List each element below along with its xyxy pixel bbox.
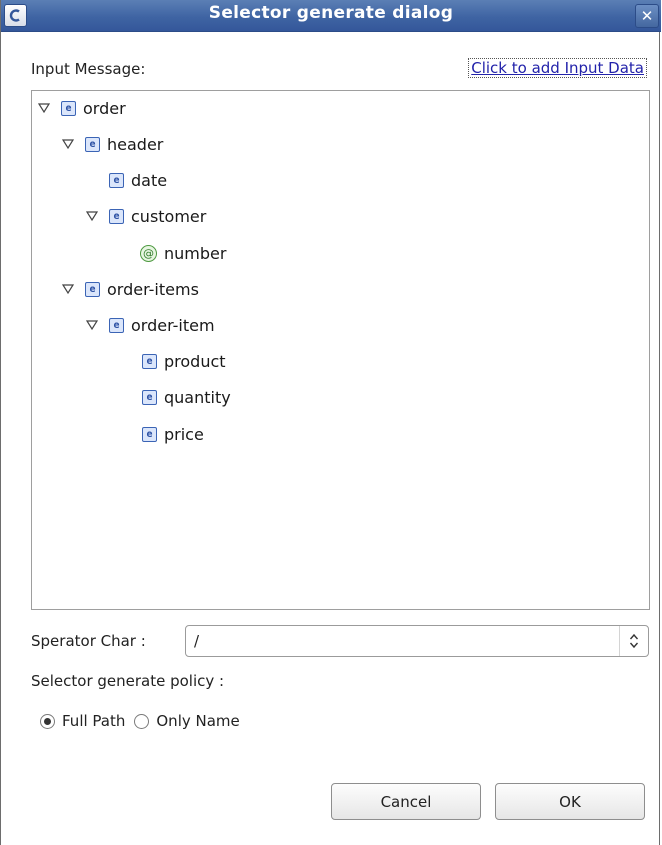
tree-item-label: date bbox=[131, 170, 168, 190]
radio-button-checked[interactable] bbox=[40, 713, 55, 729]
cancel-button[interactable]: Cancel bbox=[331, 783, 481, 820]
tree-item-label: order bbox=[83, 98, 126, 118]
policy-label: Selector generate policy : bbox=[31, 672, 225, 690]
tree-item[interactable]: e order bbox=[38, 96, 126, 120]
tree-item-label: price bbox=[164, 424, 204, 444]
element-icon: e bbox=[109, 172, 124, 188]
separator-combo[interactable]: / bbox=[185, 625, 649, 657]
updown-arrows-icon[interactable] bbox=[619, 626, 648, 656]
separator-label: Sperator Char : bbox=[31, 632, 146, 650]
attribute-icon: @ bbox=[140, 244, 157, 262]
close-icon[interactable]: ✕ bbox=[635, 4, 659, 28]
ok-button[interactable]: OK bbox=[495, 783, 645, 820]
element-icon: e bbox=[142, 426, 157, 442]
expanded-triangle-icon[interactable] bbox=[62, 138, 74, 150]
element-icon: e bbox=[109, 208, 124, 224]
message-tree[interactable]: e order e header e date e customer @ num… bbox=[31, 90, 650, 610]
radio-label: Only Name bbox=[156, 712, 240, 730]
tree-item-label: order-item bbox=[131, 315, 215, 335]
expanded-triangle-icon[interactable] bbox=[86, 210, 98, 222]
tree-item-label: product bbox=[164, 351, 226, 371]
tree-item[interactable]: e order-items bbox=[62, 277, 199, 301]
tree-item[interactable]: @ number bbox=[140, 241, 226, 265]
tree-item-label: header bbox=[107, 134, 164, 154]
tree-item[interactable]: e price bbox=[142, 422, 204, 446]
title-bar[interactable]: Selector generate dialog ✕ bbox=[1, 0, 661, 32]
dialog-title: Selector generate dialog bbox=[208, 3, 454, 23]
element-icon: e bbox=[142, 389, 157, 405]
tree-item-label: quantity bbox=[164, 387, 231, 407]
tree-item[interactable]: e product bbox=[142, 349, 226, 373]
tree-item-label: customer bbox=[131, 206, 207, 226]
expanded-triangle-icon[interactable] bbox=[62, 283, 74, 295]
element-icon: e bbox=[109, 317, 124, 333]
input-message-label: Input Message: bbox=[31, 60, 146, 78]
tree-item[interactable]: e date bbox=[109, 168, 167, 192]
add-input-data-link[interactable]: Click to add Input Data bbox=[468, 58, 647, 78]
element-icon: e bbox=[61, 100, 76, 116]
radio-label: Full Path bbox=[62, 712, 126, 730]
expanded-triangle-icon[interactable] bbox=[38, 102, 50, 114]
tree-item-label: order-items bbox=[107, 279, 199, 299]
tree-item[interactable]: e header bbox=[62, 132, 163, 156]
element-icon: e bbox=[142, 353, 157, 369]
radio-only-name[interactable]: Only Name bbox=[134, 712, 240, 730]
separator-value: / bbox=[194, 632, 200, 650]
tree-item[interactable]: e customer bbox=[86, 204, 206, 228]
tree-item-label: number bbox=[164, 243, 227, 263]
radio-button[interactable] bbox=[134, 713, 150, 729]
element-icon: e bbox=[85, 281, 100, 297]
policy-radio-group: Full Path Only Name bbox=[40, 712, 249, 730]
expanded-triangle-icon[interactable] bbox=[86, 319, 98, 331]
radio-full-path[interactable]: Full Path bbox=[40, 712, 125, 730]
tree-item[interactable]: e order-item bbox=[86, 313, 215, 337]
element-icon: e bbox=[85, 136, 100, 152]
tree-item[interactable]: e quantity bbox=[142, 385, 231, 409]
selector-dialog: Selector generate dialog ✕ Input Message… bbox=[0, 0, 661, 845]
